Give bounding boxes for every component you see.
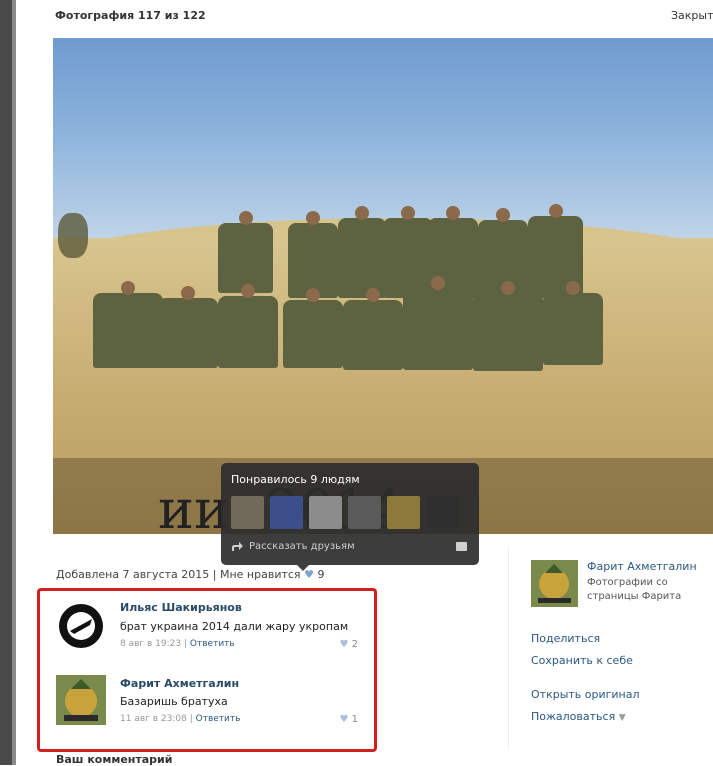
photo-counter-title: Фотография 117 из 122	[55, 9, 206, 22]
likes-popup: Понравилось 9 людям Рассказать друзьям	[221, 463, 479, 571]
heart-icon: ♥	[339, 639, 349, 650]
close-link[interactable]: Закрыть	[671, 9, 713, 22]
liker-avatar[interactable]	[348, 496, 381, 529]
comment-meta: 8 авг в 19:23 | Ответить	[120, 639, 235, 649]
comments-highlight-box: Ильяс Шакирьянов брат украина 2014 дали …	[37, 588, 377, 752]
open-original-link[interactable]: Открыть оригинал	[531, 688, 640, 701]
liker-avatar[interactable]	[309, 496, 342, 529]
comment-author-avatar[interactable]	[56, 601, 106, 651]
heart-icon: ♥	[339, 714, 349, 725]
liker-avatars	[231, 496, 459, 529]
left-edge-bar	[0, 0, 16, 765]
liker-avatar[interactable]	[231, 496, 264, 529]
tree-shape	[58, 213, 88, 258]
photo-image[interactable]: ии -2014	[53, 38, 713, 534]
save-link[interactable]: Сохранить к себе	[531, 654, 633, 667]
comment-like-button[interactable]: ♥ 1	[339, 714, 358, 725]
added-date: Добавлена 7 августа 2015	[56, 568, 210, 581]
owner-album-link[interactable]: Фотографии со страницы Фарита	[587, 576, 712, 604]
comment-icon[interactable]	[456, 542, 467, 551]
comment-author[interactable]: Ильяс Шакирьянов	[120, 601, 242, 614]
owner-avatar[interactable]	[531, 560, 578, 607]
your-comment-label: Ваш комментарий	[56, 753, 173, 766]
comment-date[interactable]: 8 авг в 19:23	[120, 639, 181, 649]
like-button-label[interactable]: Мне нравится	[220, 568, 301, 581]
comment-item: Ильяс Шакирьянов брат украина 2014 дали …	[40, 593, 374, 663]
like-count: 9	[317, 568, 325, 581]
comment-text: брат украина 2014 дали жару укропам	[120, 620, 349, 633]
comment-date[interactable]: 11 авг в 23:08	[120, 714, 187, 724]
reply-link[interactable]: Ответить	[196, 714, 241, 724]
liker-avatar[interactable]	[426, 496, 459, 529]
liker-avatar[interactable]	[270, 496, 303, 529]
chevron-down-icon: ▼	[618, 713, 626, 723]
owner-name[interactable]: Фарит Ахметгалин	[587, 560, 697, 573]
share-label: Рассказать друзьям	[249, 541, 355, 552]
liker-avatar[interactable]	[387, 496, 420, 529]
comment-item: Фарит Ахметгалин Базаришь братуха 11 авг…	[40, 667, 374, 737]
share-with-friends-link[interactable]: Рассказать друзьям	[231, 541, 355, 552]
photo-meta-line: Добавлена 7 августа 2015 | Мне нравится …	[56, 568, 325, 581]
comment-text: Базаришь братуха	[120, 695, 228, 708]
report-link[interactable]: Пожаловаться ▼	[531, 710, 626, 723]
comment-meta: 11 авг в 23:08 | Ответить	[120, 714, 241, 724]
comment-like-button[interactable]: ♥ 2	[339, 639, 358, 650]
photo-sidebar: Фарит Ахметгалин Фотографии со страницы …	[508, 548, 713, 748]
likes-popup-title[interactable]: Понравилось 9 людям	[231, 473, 360, 486]
reply-link[interactable]: Ответить	[190, 639, 235, 649]
share-link[interactable]: Поделиться	[531, 632, 600, 645]
heart-icon[interactable]: ♥	[304, 568, 314, 581]
comment-author[interactable]: Фарит Ахметгалин	[120, 677, 239, 690]
comment-author-avatar[interactable]	[56, 675, 106, 725]
share-arrow-icon	[232, 541, 243, 551]
